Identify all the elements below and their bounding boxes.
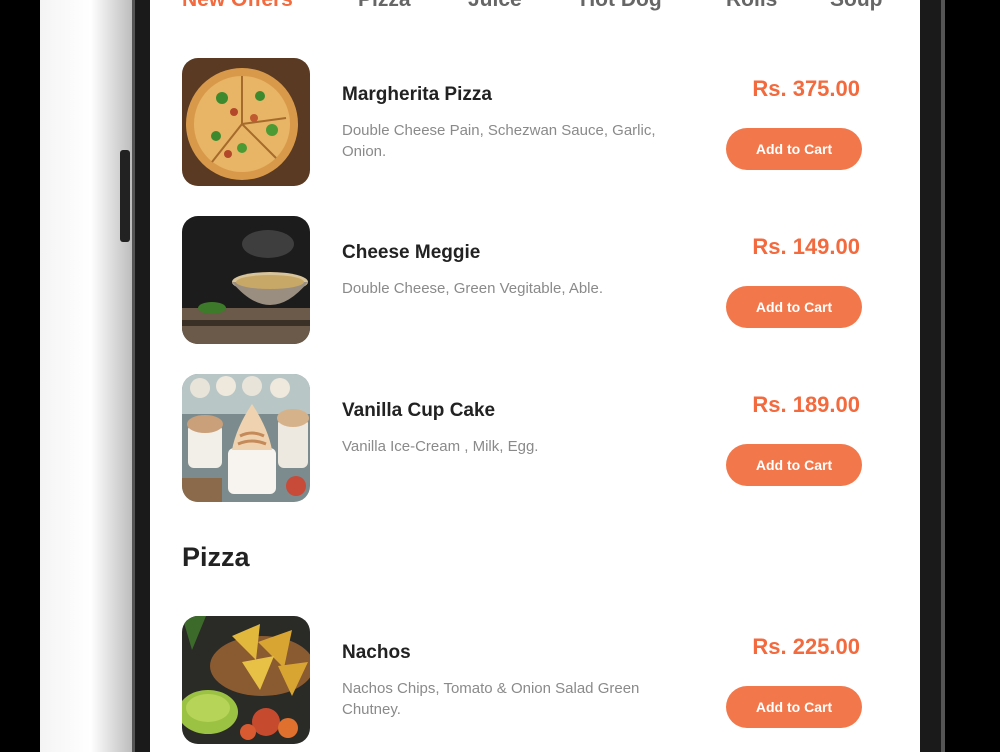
add-to-cart-button[interactable]: Add to Cart [726,686,862,728]
item-description: Vanilla Ice-Cream , Milk, Egg. [342,438,539,455]
list-item: Cheese Meggie Double Cheese, Green Vegit… [182,216,882,348]
list-item: Margherita Pizza Double Cheese Pain, Sch… [182,58,882,190]
item-name: Margherita Pizza [342,84,492,105]
item-price: Rs. 225.00 [752,634,860,659]
list-item: Nachos Nachos Chips, Tomato & Onion Sala… [182,616,882,748]
list-item: Vanilla Cup Cake Vanilla Ice-Cream , Mil… [182,374,882,506]
item-name: Nachos [342,642,411,663]
item-price: Rs. 149.00 [752,234,860,259]
item-price: Rs. 189.00 [752,392,860,417]
cupcake-image [182,374,310,502]
item-description: Nachos Chips, Tomato & Onion Salad Green… [342,680,640,718]
background-gradient [40,0,132,752]
nachos-image [182,616,310,744]
tab-juice[interactable]: Juice [468,0,522,12]
section-title-pizza: Pizza [182,542,250,572]
item-name: Cheese Meggie [342,242,481,263]
item-description: Double Cheese, Green Vegitable, Able. [342,280,604,297]
tab-rolls[interactable]: Rolls [726,0,777,12]
tab-new-offers[interactable]: New Offers [182,0,293,12]
background-left [0,0,40,752]
app-screen: New Offers Pizza Juice Hot Dog Rolls Sou… [150,0,920,752]
add-to-cart-button[interactable]: Add to Cart [726,128,862,170]
tab-pizza[interactable]: Pizza [358,0,411,12]
item-name: Vanilla Cup Cake [342,400,496,421]
add-to-cart-button[interactable]: Add to Cart [726,286,862,328]
noodle-bowl-image [182,216,310,344]
item-description: Double Cheese Pain, Schezwan Sauce, Garl… [342,122,656,160]
background-right [960,0,1000,752]
add-to-cart-button[interactable]: Add to Cart [726,444,862,486]
phone-side-button [120,150,130,242]
pizza-image [182,58,310,186]
tab-soup[interactable]: Soup [830,0,883,12]
tab-hot-dog[interactable]: Hot Dog [580,0,662,12]
item-price: Rs. 375.00 [752,76,860,101]
category-tabs: New Offers Pizza Juice Hot Dog Rolls Sou… [182,0,902,18]
